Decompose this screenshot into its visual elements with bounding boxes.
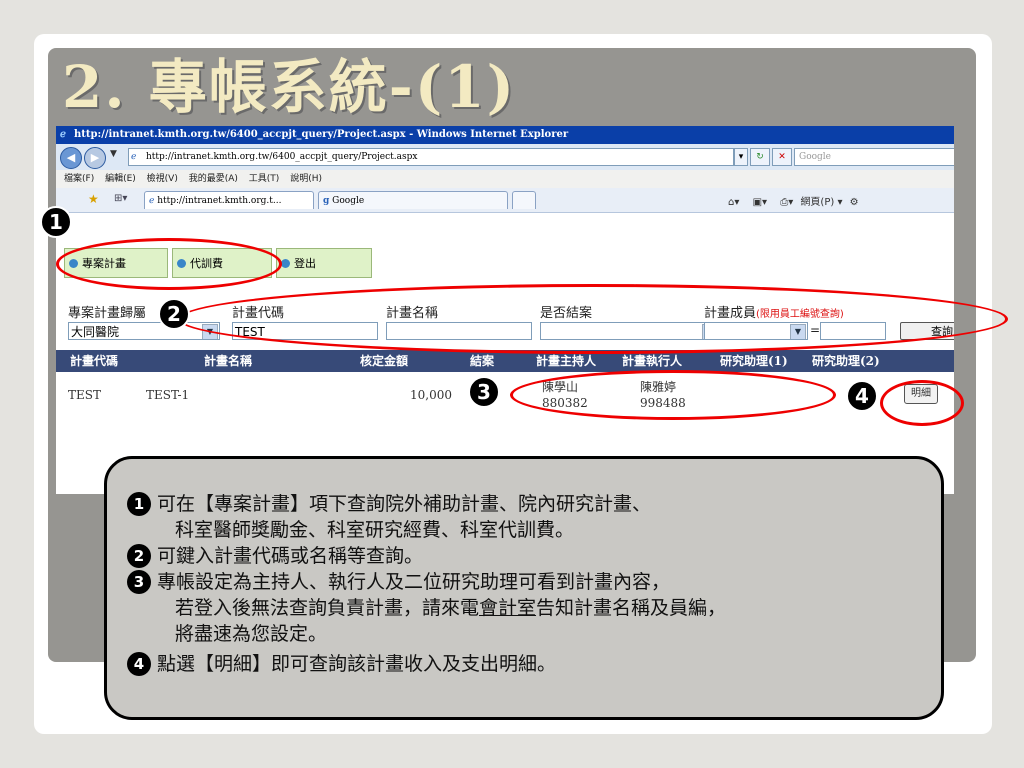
note-badge-2: 2 [127,544,151,568]
note-3-line-3: 將盡速為您設定。 [175,623,328,645]
badge-2: 2 [158,298,190,330]
col-code: 計畫代碼 [70,354,119,368]
menu-file[interactable]: 檔案(F) [64,174,94,184]
tab-google[interactable]: g Google [318,191,508,209]
note-3-text: 專帳設定為主持人、執行人及二位研究助理可看到計畫內容， [157,571,671,593]
menu-favorites[interactable]: 我的最愛(A) [189,174,238,184]
address-text: http://intranet.kmth.org.tw/6400_accpjt_… [146,152,418,162]
annotation-ellipse-filters [178,284,1008,354]
back-arrow-icon[interactable]: ◀ [60,147,82,169]
address-input[interactable]: ℯ http://intranet.kmth.org.tw/6400_accpjt… [128,148,734,166]
forward-arrow-icon[interactable]: ▶ [84,147,106,169]
slide-title: 2. 專帳系統-(1) [62,48,516,126]
unit-label: 專案計畫歸屬 [68,306,147,321]
note-badge-3: 3 [127,570,151,594]
menu-edit[interactable]: 編輯(E) [105,174,136,184]
col-name: 計畫名稱 [204,354,253,368]
note-3-accounting: 會計室 [479,597,537,619]
annotation-ellipse-menu [56,238,282,290]
note-1-line-1: 1 可在【專案計畫】項下查詢院外補助計畫、院內研究計畫、 [127,491,651,517]
window-titlebar: ℯ http://intranet.kmth.org.tw/6400_accpjt… [56,126,954,144]
menu-view[interactable]: 檢視(V) [147,174,178,184]
google-icon: g [323,196,330,206]
grid-header: 計畫代碼 計畫名稱 核定金額 結案 計畫主持人 計畫執行人 研究助理(1) 研究… [56,350,954,372]
note-2: 2 可鍵入計畫代碼或名稱等查詢。 [127,543,423,569]
ie-logo-icon: ℯ [60,129,66,140]
note-4-text: 點選【明細】即可查詢該計畫收入及支出明細。 [157,653,557,675]
row-amount: 10,000 [410,388,452,402]
bullet-icon [281,259,290,268]
badge-4: 4 [846,380,878,412]
new-tab-button[interactable] [512,191,536,209]
quick-tabs-icon[interactable]: ⊞▾ [114,193,127,204]
note-3-line-2: 若登入後無法查詢負責計畫，請來電會計室告知計畫名稱及員編， [127,595,726,621]
unit-select-value: 大同醫院 [71,325,120,339]
page-icon: ℯ [131,152,137,162]
note-1-text: 可在【專案計畫】項下查詢院外補助計畫、院內研究計畫、 [157,493,652,515]
feeds-icon[interactable]: ▣▾ [753,197,767,208]
note-1-line-2: 科室醫師獎勵金、科室研究經費、科室代訓費。 [175,519,575,541]
page-menu-button[interactable]: 網頁(P) ▾ [800,197,842,208]
refresh-icon[interactable]: ↻ [750,148,770,166]
search-input[interactable]: Google [794,148,954,166]
note-3-line-2-b: 告知計畫名稱及員編， [536,597,727,619]
tab-intranet[interactable]: ℯ http://intranet.kmth.org.t... [144,191,314,209]
history-dropdown-icon[interactable]: ▼ [110,149,117,159]
menu-logout-label: 登出 [294,257,316,270]
note-badge-1: 1 [127,492,151,516]
tab-page-icon: ℯ [149,196,155,206]
note-4: 4 點選【明細】即可查詢該計畫收入及支出明細。 [127,651,556,677]
favorites-star-icon[interactable]: ★ [88,192,99,206]
col-assistant-1: 研究助理(1) [720,354,788,368]
menu-logout[interactable]: 登出 [276,248,372,278]
tab-google-label: Google [332,196,365,206]
annotation-ellipse-detail [880,380,964,426]
slide-title-text: 專帳系統-(1) [148,53,517,121]
menu-help[interactable]: 說明(H) [290,174,322,184]
note-badge-4: 4 [127,652,151,676]
tab-intranet-label: http://intranet.kmth.org.t... [157,196,282,206]
search-placeholder: Google [799,152,831,162]
annotation-ellipse-members [510,370,836,420]
address-dropdown-icon[interactable]: ▾ [734,148,748,166]
tabs-row: ★ ⊞▾ ℯ http://intranet.kmth.org.t... g G… [56,188,954,213]
window-title: http://intranet.kmth.org.tw/6400_accpjt_… [74,129,569,140]
col-closed: 結案 [470,354,495,368]
command-bar: ⌂▾ ▣▾ ⎙▾ 網頁(P) ▾ ⚙ [728,193,859,208]
tools-gear-icon[interactable]: ⚙ [850,197,859,208]
note-2-text: 可鍵入計畫代碼或名稱等查詢。 [157,545,424,567]
row-code: TEST [68,388,101,402]
badge-1: 1 [40,206,72,238]
notes-box: 1 可在【專案計畫】項下查詢院外補助計畫、院內研究計畫、 科室醫師獎勵金、科室研究… [104,456,944,720]
row-name: TEST-1 [146,388,190,402]
stop-icon[interactable]: ✕ [772,148,792,166]
print-icon[interactable]: ⎙▾ [780,197,793,208]
col-amount: 核定金額 [360,354,409,368]
note-3-line-1: 3 專帳設定為主持人、執行人及二位研究助理可看到計畫內容， [127,569,670,595]
menu-bar: 檔案(F) 編輯(E) 檢視(V) 我的最愛(A) 工具(T) 說明(H) [56,170,954,188]
menu-tools[interactable]: 工具(T) [249,174,280,184]
address-bar-row: ◀ ▶ ▼ ℯ http://intranet.kmth.org.tw/6400_… [56,144,954,171]
col-assistant-2: 研究助理(2) [812,354,880,368]
slide-title-number: 2. [62,53,127,121]
note-3-line-2-a: 若登入後無法查詢負責計畫，請來電 [175,597,480,619]
home-icon[interactable]: ⌂▾ [728,197,739,208]
badge-3: 3 [468,376,500,408]
